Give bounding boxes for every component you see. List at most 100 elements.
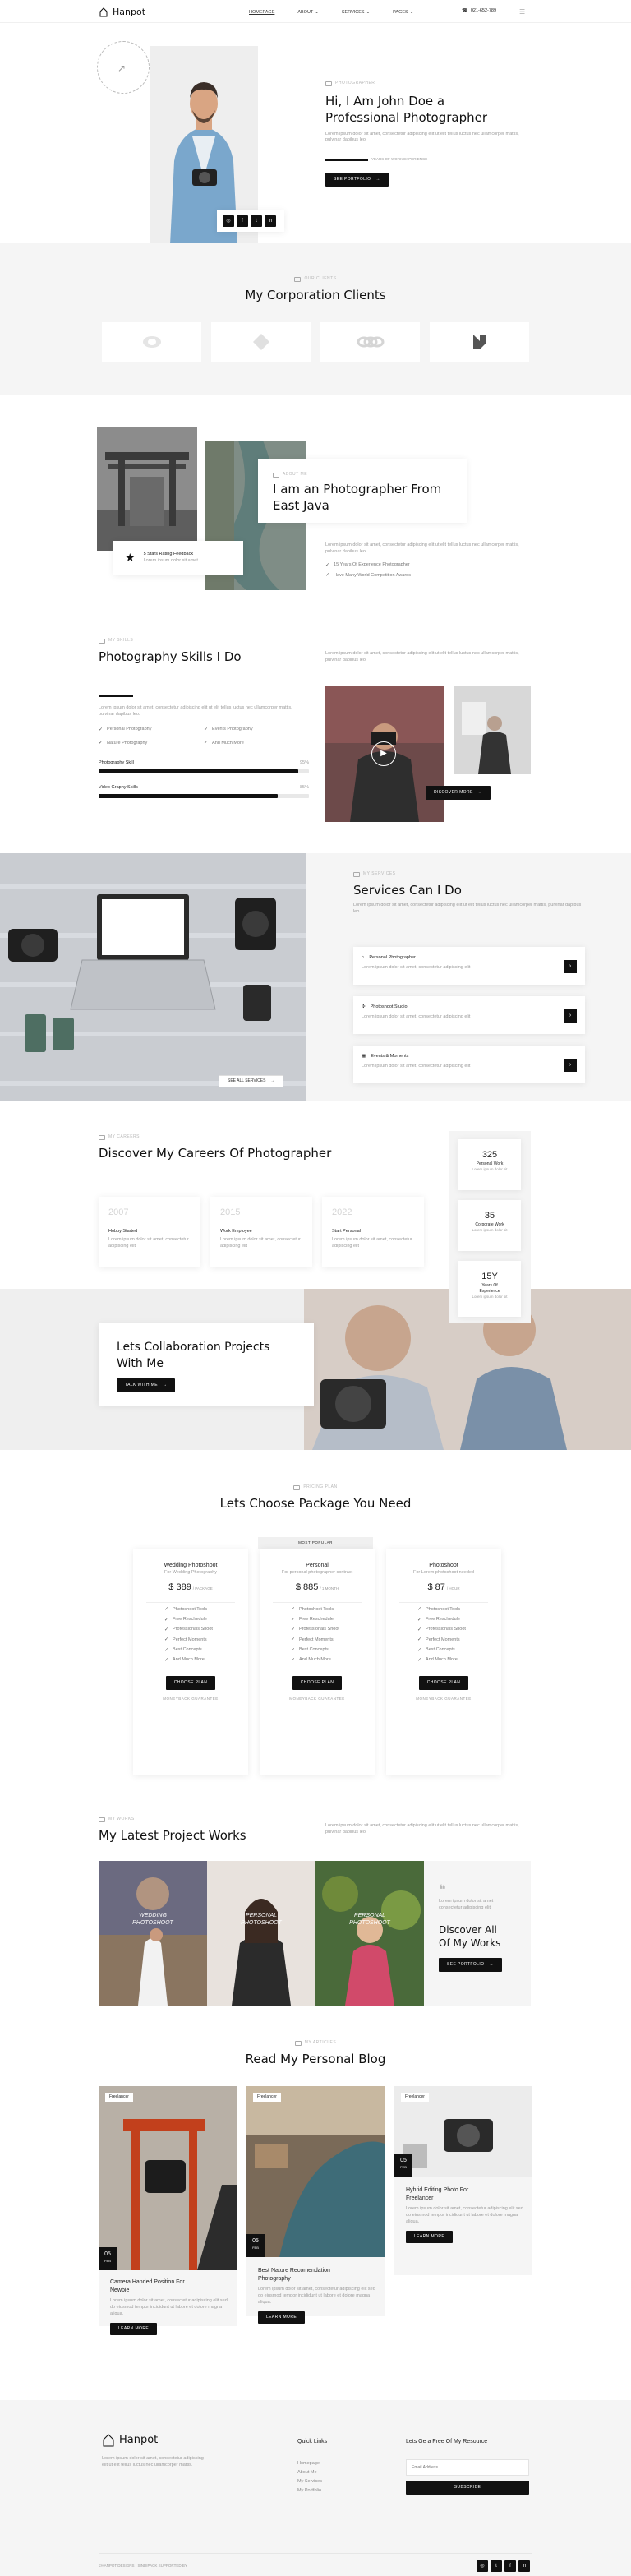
facebook-icon[interactable]: f (504, 2560, 516, 2572)
client-logo-1[interactable] (102, 322, 201, 362)
guarantee-text: MONEYBACK GUARANTEE (289, 1696, 345, 1701)
instagram-icon[interactable]: ◎ (477, 2560, 488, 2572)
footer-link[interactable]: My Portfolio (297, 2486, 327, 2495)
services-content: MY SERVICES Services Can I Do Lorem ipsu… (353, 871, 583, 916)
service-text: Lorem ipsum dolor sit amet, consectetur … (362, 1013, 471, 1019)
work-card-wedding[interactable]: WEDDING PHOTOSHOOT (99, 1861, 207, 2006)
footer-link[interactable]: About Me (297, 2468, 327, 2477)
see-portfolio-button[interactable]: SEE PORTFOLIO → (325, 172, 389, 187)
hero-experience: YEARS OF WORK EXPERIENCE (325, 157, 526, 163)
blog-category[interactable]: Freelancer (105, 2093, 133, 2102)
blog-tag: MY ARTICLES (0, 2040, 631, 2046)
linkedin-icon[interactable]: in (265, 215, 276, 227)
hero-title: Hi, I Am John Doe a Professional Photogra… (325, 93, 526, 127)
button-label: CHOOSE PLAN (300, 1679, 334, 1685)
guarantee-text: MONEYBACK GUARANTEE (163, 1696, 219, 1701)
hero-tag-text: PHOTOGRAPHER (335, 81, 375, 85)
service-item-2[interactable]: ✣ Photoshoot Studio Lorem ipsum dolor sit… (353, 996, 585, 1034)
linkedin-icon[interactable]: in (518, 2560, 530, 2572)
phone[interactable]: ☎ 021-652-789 (462, 8, 496, 15)
nav-pages[interactable]: PAGES ⌄ (393, 10, 413, 16)
learn-more-button[interactable]: LEARN MORE (110, 2322, 158, 2335)
blog-category[interactable]: Freelancer (401, 2093, 429, 2102)
plan-price: $ 885 (295, 1581, 319, 1592)
about-title-line2: East Java (273, 498, 329, 514)
choose-plan-button[interactable]: CHOOSE PLAN (418, 1675, 469, 1690)
plan-period: / PACKAGE (192, 1586, 213, 1590)
arrow-up-right-icon: ↗ (117, 62, 127, 74)
rating-text: Lorem ipsum dolor sit amet (143, 557, 198, 563)
service-item-3[interactable]: ▦ Events & Moments Lorem ipsum dolor sit … (353, 1046, 585, 1083)
blog-category[interactable]: Freelancer (253, 2093, 281, 2102)
work-label-line2: PHOTOSHOOT (132, 1920, 173, 1927)
nav-label: PAGES (393, 10, 408, 15)
blog-post-title[interactable]: Camera Handed Position For Newbie (110, 2278, 228, 2295)
button-label: LEARN MORE (266, 2314, 297, 2320)
works-tag-text: MY WORKS (108, 1817, 135, 1821)
twitter-icon[interactable]: t (491, 2560, 502, 2572)
career-item: 2015 Work Employee Lorem ipsum dolor sit a… (210, 1197, 312, 1267)
stat-label: Years Of Experience (479, 1283, 500, 1295)
blog-card[interactable]: Freelancer 05 FEB Hybrid Editing Photo Fo… (394, 2086, 532, 2275)
blog-body: Hybrid Editing Photo For Freelancer Lorem… (406, 2186, 524, 2243)
email-field[interactable] (406, 2458, 529, 2476)
nav-homepage[interactable]: HOMEPAGE (249, 10, 274, 16)
nav-services[interactable]: SERVICES ⌄ (342, 10, 370, 16)
stat-text: Lorem ipsum dolor sit (472, 1295, 508, 1300)
logo[interactable]: Hanpot (99, 6, 145, 18)
work-card-personal-2[interactable]: PERSONAL PHOTOSHOOT (316, 1861, 424, 2006)
about-title: I am an Photographer From East Java (273, 481, 452, 515)
instagram-icon[interactable]: ◎ (223, 215, 234, 227)
button-label: CHOOSE PLAN (173, 1679, 208, 1685)
twitter-icon[interactable]: t (251, 215, 262, 227)
see-all-services-button[interactable]: SEE ALL SERVICES → (219, 1075, 284, 1087)
talk-with-me-button[interactable]: TALK WITH ME → (117, 1378, 176, 1393)
choose-plan-button[interactable]: CHOOSE PLAN (292, 1675, 343, 1690)
subscribe-button[interactable]: SUBSCRIBE (406, 2480, 529, 2495)
collab-title-line2: With Me (117, 1356, 164, 1370)
discover-more-button[interactable]: DISCOVER MORE → (426, 786, 491, 800)
calendar-icon: ▦ (362, 1054, 366, 1059)
services-tag: MY SERVICES (353, 871, 583, 877)
arrow-right-icon: → (489, 1962, 494, 1968)
services-photo-desk (0, 853, 306, 1101)
main-nav: HOMEPAGE ABOUT ⌄ SERVICES ⌄ PAGES ⌄ (238, 8, 424, 16)
footer-link[interactable]: Homepage (297, 2459, 327, 2468)
button-label: TALK WITH ME (125, 1383, 158, 1388)
work-card-personal-1[interactable]: PERSONAL PHOTOSHOOT (207, 1861, 316, 2006)
learn-more-button[interactable]: LEARN MORE (406, 2230, 454, 2243)
skills-text-right: Lorem ipsum dolor sit amet, consectetur … (325, 651, 519, 662)
service-title: Photoshoot Studio (370, 1004, 408, 1009)
client-logo-4[interactable] (430, 322, 529, 362)
camera-icon (353, 871, 360, 877)
pricing-section: PRICING PLAN Lets Choose Package You Nee… (0, 1455, 631, 1800)
blog-post-title[interactable]: Best Nature Recomendation Photography (258, 2267, 376, 2283)
footer-logo[interactable]: Hanpot (102, 2433, 209, 2448)
chevron-right-icon[interactable]: › (564, 1059, 577, 1072)
menu-icon[interactable]: ☰ (519, 7, 525, 16)
client-logo-3[interactable] (320, 322, 420, 362)
stat-text: Lorem ipsum dolor sit (472, 1228, 508, 1233)
blog-card[interactable]: Freelancer 05 FEB Camera Handed Position … (99, 2086, 237, 2335)
footer-bottom: ©HANPOT DESIGNS · SINDIPACK SUPPORTED BY… (99, 2553, 532, 2572)
client-logo-2[interactable] (211, 322, 311, 362)
see-portfolio-button[interactable]: SEE PORTFOLIO → (439, 1958, 502, 1973)
facebook-icon[interactable]: f (237, 215, 248, 227)
button-label: SEE ALL SERVICES (228, 1078, 266, 1083)
blog-excerpt: Lorem ipsum dolor sit amet, consectetur … (258, 2286, 375, 2305)
chevron-right-icon[interactable]: › (564, 1009, 577, 1023)
play-icon[interactable]: ▶ (371, 741, 396, 766)
chevron-right-icon[interactable]: › (564, 960, 577, 973)
learn-more-button[interactable]: LEARN MORE (258, 2311, 306, 2324)
skill-bar-label: Video Graphy Skills (99, 784, 138, 790)
service-text: Lorem ipsum dolor sit amet, consectetur … (362, 1063, 471, 1069)
blog-post-title[interactable]: Hybrid Editing Photo For Freelancer (406, 2186, 524, 2203)
choose-plan-button[interactable]: CHOOSE PLAN (165, 1675, 216, 1690)
nav-about[interactable]: ABOUT ⌄ (297, 10, 319, 16)
career-year: 2022 (332, 1207, 352, 1217)
plan-feature: Best Concepts (291, 1647, 362, 1654)
service-item-1[interactable]: ⌂ Personal Photographer Lorem ipsum dolor… (353, 947, 585, 985)
footer-link[interactable]: My Services (297, 2477, 327, 2486)
about-point: 15 Years Of Experience Photographer (325, 562, 527, 569)
blog-card[interactable]: Freelancer 05 FEB Best Nature Recomendati… (246, 2086, 385, 2324)
